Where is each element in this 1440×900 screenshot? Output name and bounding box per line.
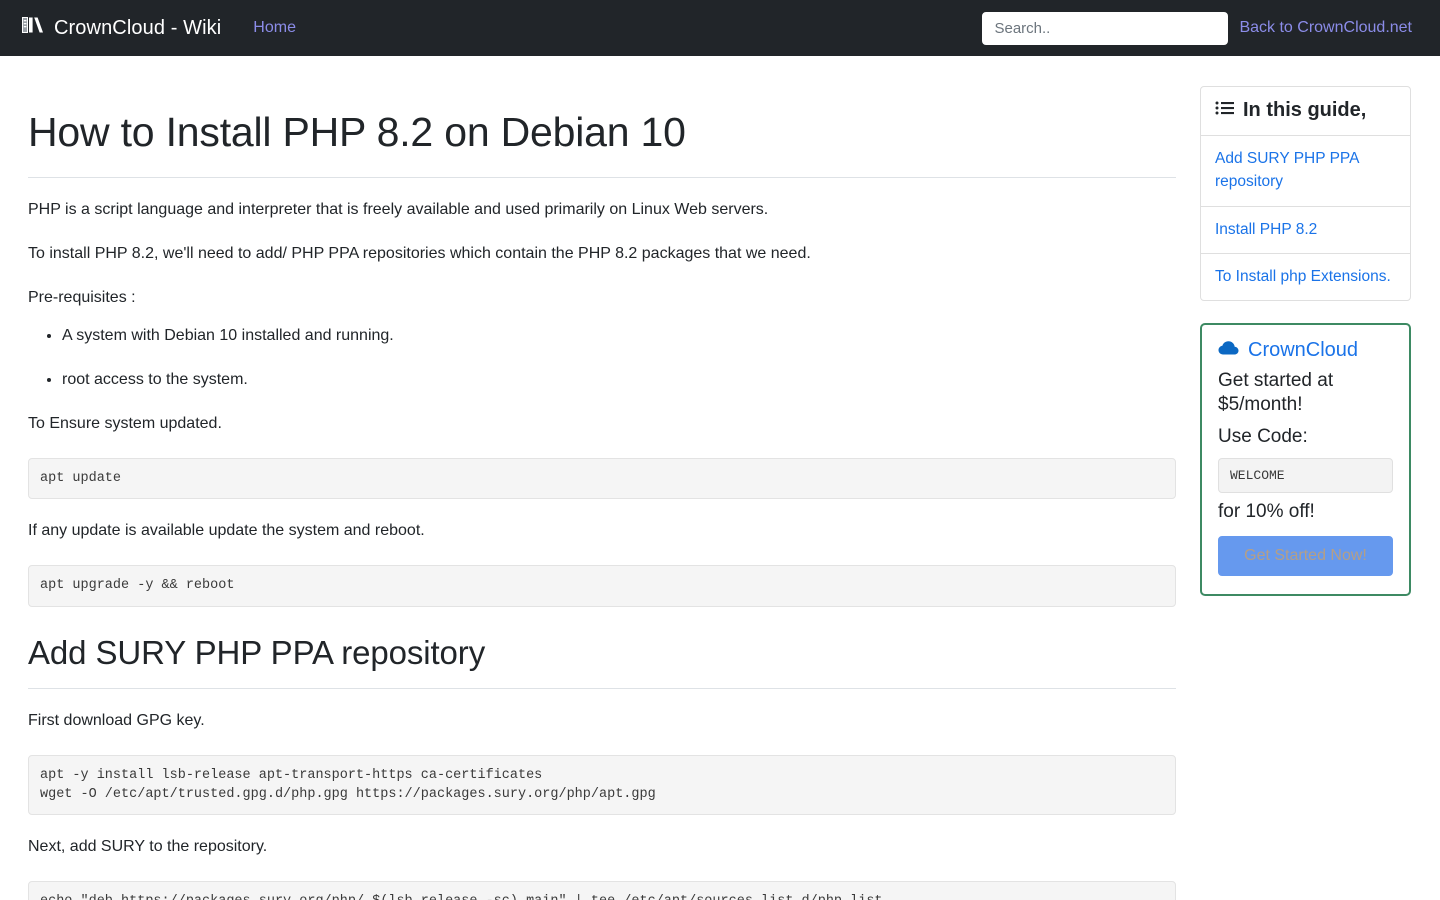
- toc-header: In this guide,: [1201, 87, 1410, 136]
- promo-code-label: Use Code:: [1218, 425, 1308, 447]
- section-heading-sury: Add SURY PHP PPA repository: [28, 633, 1176, 690]
- toc-item-php-extensions[interactable]: To Install php Extensions.: [1201, 254, 1410, 300]
- books-icon: [22, 15, 45, 41]
- promo-discount-text: for 10% off!: [1218, 500, 1315, 522]
- toc-item-add-sury[interactable]: Add SURY PHP PPA repository: [1201, 136, 1410, 207]
- promo-brand: CrownCloud: [1218, 339, 1393, 362]
- brand-link[interactable]: CrownCloud - Wiki: [22, 15, 221, 41]
- update-note: If any update is available update the sy…: [28, 522, 425, 540]
- list-item: root access to the system.: [62, 368, 1176, 392]
- sidebar-column: In this guide, Add SURY PHP PPA reposito…: [1200, 56, 1412, 597]
- top-navbar: CrownCloud - Wiki Home Back to CrownClou…: [0, 0, 1440, 56]
- toc-title: In this guide,: [1243, 99, 1367, 121]
- intro-paragraph-2: To install PHP 8.2, we'll need to add/ P…: [28, 245, 811, 263]
- page-body: How to Install PHP 8.2 on Debian 10 PHP …: [0, 56, 1440, 900]
- promo-card: CrownCloud Get started at $5/month! Use …: [1200, 323, 1411, 597]
- list-ul-icon: [1215, 99, 1235, 122]
- back-to-site-link[interactable]: Back to CrownCloud.net: [1239, 19, 1412, 37]
- table-of-contents-card: In this guide, Add SURY PHP PPA reposito…: [1200, 86, 1411, 301]
- search-input[interactable]: [982, 11, 1229, 45]
- promo-code-value[interactable]: WELCOME: [1218, 457, 1393, 493]
- prerequisites-label: Pre-requisites :: [28, 289, 136, 307]
- prerequisites-list: A system with Debian 10 installed and ru…: [28, 324, 1176, 392]
- nav-item-home[interactable]: Home: [247, 15, 302, 41]
- article-column: How to Install PHP 8.2 on Debian 10 PHP …: [28, 56, 1176, 900]
- promo-headline: Get started at $5/month!: [1218, 370, 1334, 416]
- list-item: A system with Debian 10 installed and ru…: [62, 324, 1176, 348]
- nav-links: Home: [247, 15, 302, 41]
- code-block-echo-sources[interactable]: echo "deb https://packages.sury.org/php/…: [28, 881, 1176, 900]
- code-block-gpg[interactable]: apt -y install lsb-release apt-transport…: [28, 755, 1176, 816]
- page-title: How to Install PHP 8.2 on Debian 10: [28, 108, 1176, 179]
- ensure-updated-label: To Ensure system updated.: [28, 415, 222, 433]
- brand-label: CrownCloud - Wiki: [54, 16, 222, 39]
- intro-paragraph-1: PHP is a script language and interpreter…: [28, 201, 769, 219]
- code-block-apt-upgrade[interactable]: apt upgrade -y && reboot: [28, 565, 1176, 607]
- code-block-apt-update[interactable]: apt update: [28, 458, 1176, 500]
- toc-item-install-php[interactable]: Install PHP 8.2: [1201, 207, 1410, 254]
- gpg-key-label: First download GPG key.: [28, 712, 205, 730]
- cloud-icon: [1218, 339, 1240, 362]
- promo-brand-label: CrownCloud: [1248, 339, 1359, 361]
- add-sury-label: Next, add SURY to the repository.: [28, 838, 268, 856]
- get-started-button[interactable]: Get Started Now!: [1218, 536, 1393, 577]
